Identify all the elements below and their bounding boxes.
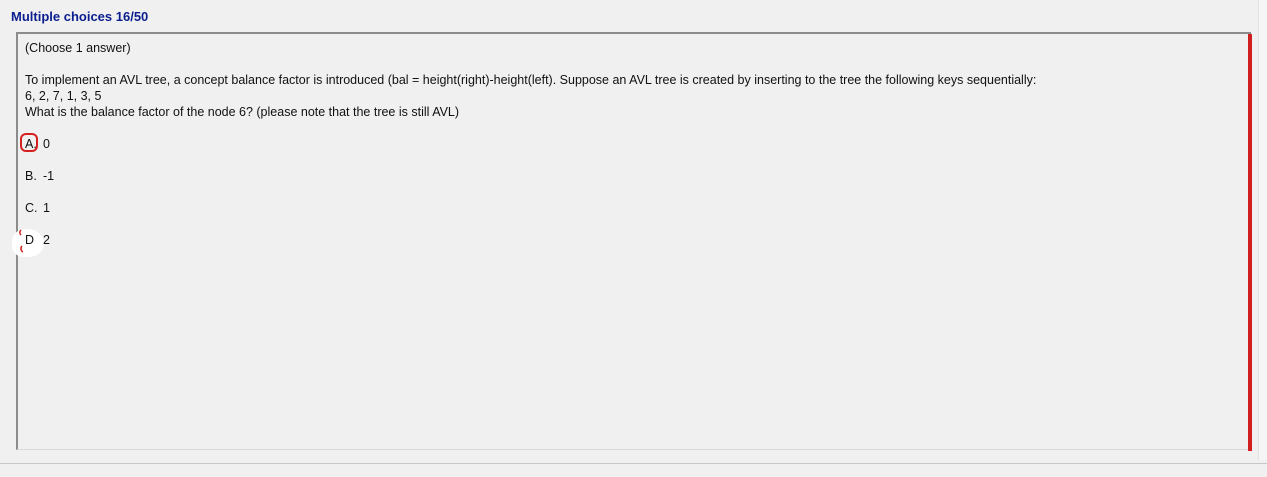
- question-keys: 6, 2, 7, 1, 3, 5: [25, 89, 102, 103]
- section-title: Multiple choices 16/50: [11, 9, 149, 24]
- bottom-status-bar: [0, 463, 1267, 477]
- option-a[interactable]: A. 0: [25, 136, 50, 152]
- option-d[interactable]: D 2: [25, 232, 50, 248]
- accent-bar: [1248, 34, 1252, 451]
- scrollbar-track[interactable]: [1258, 0, 1267, 460]
- option-c-letter: C.: [25, 201, 38, 215]
- option-a-value: 0: [43, 137, 50, 151]
- option-c[interactable]: C. 1: [25, 200, 50, 216]
- question-instruction: (Choose 1 answer): [25, 41, 131, 55]
- option-b-letter: B.: [25, 169, 37, 183]
- option-b[interactable]: B. -1: [25, 168, 54, 184]
- option-d-letter: D: [25, 233, 35, 247]
- question-text-line-1: To implement an AVL tree, a concept bala…: [25, 73, 1037, 87]
- option-d-value: 2: [43, 233, 50, 247]
- question-panel: [16, 32, 1251, 450]
- option-a-letter: A.: [25, 137, 37, 151]
- question-text-line-3: What is the balance factor of the node 6…: [25, 105, 460, 119]
- option-b-value: -1: [43, 169, 55, 183]
- option-c-value: 1: [43, 201, 50, 215]
- quiz-window: Multiple choices 16/50 (Choose 1 answer)…: [0, 0, 1267, 477]
